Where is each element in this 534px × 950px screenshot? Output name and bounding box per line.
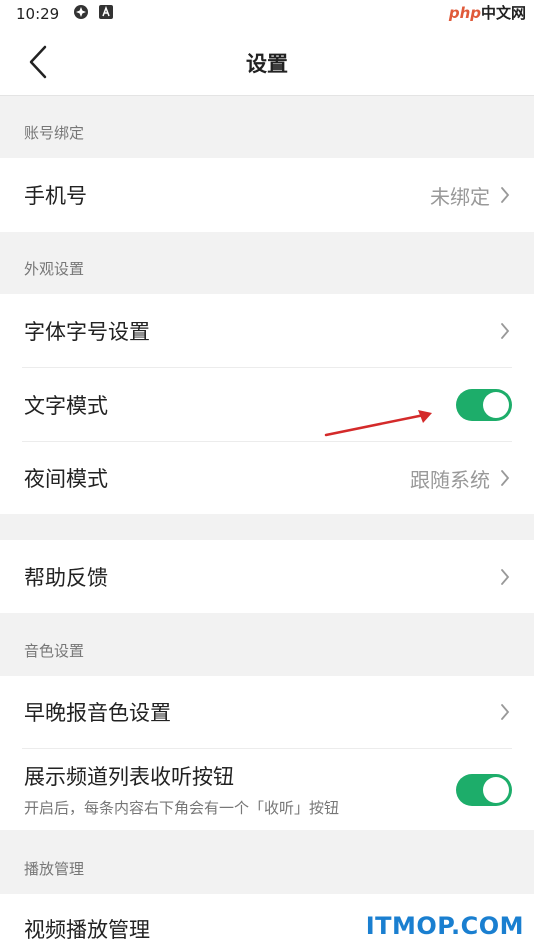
text-mode-toggle[interactable] (456, 388, 512, 421)
show-listen-toggle[interactable] (456, 773, 512, 806)
row-show-listen-text: 展示频道列表收听按钮 开启后，每条内容右下角会有一个「收听」按钮 (24, 761, 456, 818)
status-time: 10:29 (16, 5, 60, 23)
watermark-php: php (448, 4, 481, 22)
row-font-settings[interactable]: 字体字号设置 (0, 294, 534, 367)
row-help-feedback[interactable]: 帮助反馈 (0, 540, 534, 613)
row-voice-setting[interactable]: 早晚报音色设置 (0, 676, 534, 748)
row-show-listen: 展示频道列表收听按钮 开启后，每条内容右下角会有一个「收听」按钮 (0, 749, 534, 830)
settings-pinwheel-icon (73, 4, 89, 24)
section-label-voice: 音色设置 (24, 642, 85, 660)
row-phone-value: 未绑定 (430, 184, 490, 209)
watermark-bottom: ITMOP.COM (365, 912, 524, 940)
toggle-knob (483, 391, 509, 418)
row-night-mode[interactable]: 夜间模式 跟随系统 (0, 442, 534, 514)
row-night-mode-label: 夜间模式 (24, 467, 108, 491)
section-label-playback: 播放管理 (24, 860, 85, 878)
watermark-top: php中文网 (449, 2, 526, 23)
card-help: 帮助反馈 (0, 540, 534, 613)
section-label-appearance: 外观设置 (24, 260, 85, 278)
chevron-right-icon (500, 469, 512, 487)
annotation-arrow (324, 410, 432, 437)
row-phone[interactable]: 手机号 未绑定 (0, 158, 534, 232)
chevron-right-icon (500, 322, 512, 340)
row-help-label: 帮助反馈 (24, 565, 108, 590)
watermark-cn: 中文网 (480, 4, 526, 22)
row-font-label: 字体字号设置 (24, 319, 150, 344)
row-voice-label: 早晚报音色设置 (24, 701, 171, 725)
card-appearance: 字体字号设置 文字模式 夜间模式 跟随系统 (0, 294, 534, 514)
header: 设置 (0, 28, 534, 96)
row-phone-label: 手机号 (24, 184, 87, 208)
chevron-right-icon (500, 568, 512, 586)
row-show-listen-sub: 开启后，每条内容右下角会有一个「收听」按钮 (24, 799, 340, 817)
toggle-knob (483, 776, 509, 803)
row-show-listen-label: 展示频道列表收听按钮 (24, 765, 234, 789)
a-badge-icon (99, 5, 114, 23)
card-voice: 早晚报音色设置 展示频道列表收听按钮 开启后，每条内容右下角会有一个「收听」按钮 (0, 676, 534, 830)
section-label-account: 账号绑定 (24, 124, 85, 142)
row-text-mode: 文字模式 (0, 368, 534, 441)
card-account: 手机号 未绑定 (0, 158, 534, 232)
chevron-right-icon (500, 186, 512, 204)
chevron-right-icon (500, 703, 512, 721)
row-night-mode-value: 跟随系统 (410, 467, 490, 492)
page-title: 设置 (246, 52, 288, 76)
